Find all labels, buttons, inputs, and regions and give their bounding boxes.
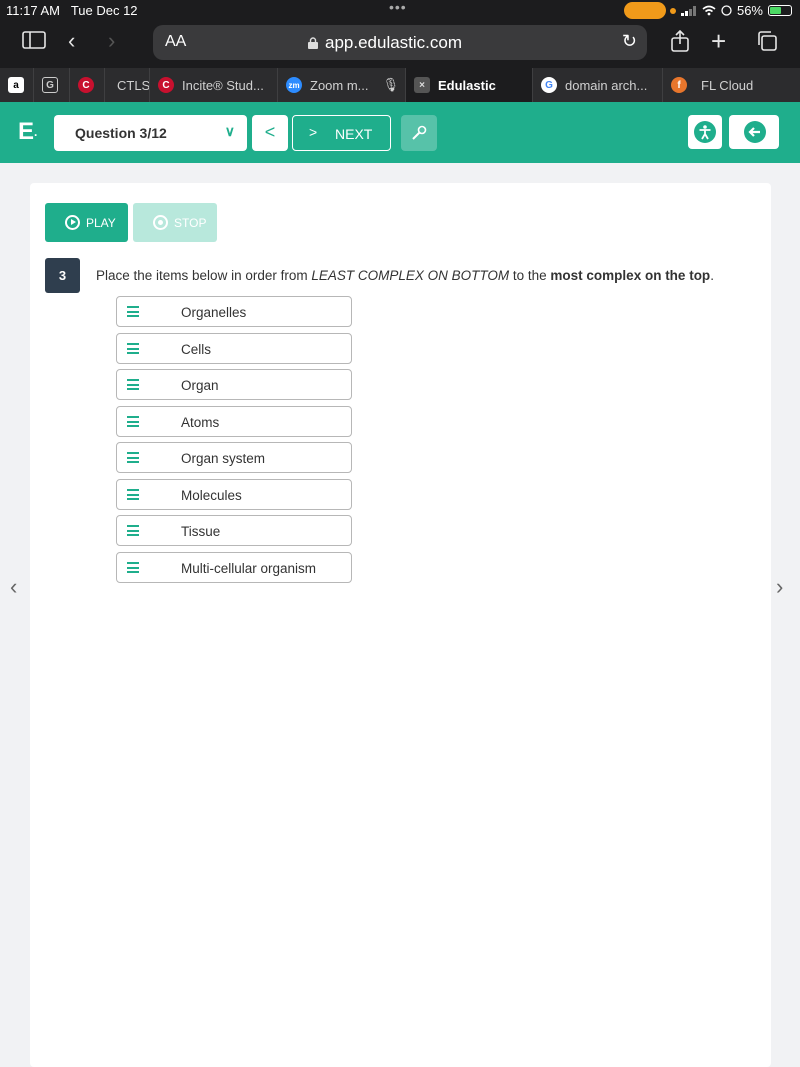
signal-icon	[680, 5, 696, 16]
wifi-icon	[702, 5, 716, 16]
sidebar-icon[interactable]	[22, 30, 46, 56]
drag-item[interactable]: Atoms	[116, 406, 352, 437]
drag-item[interactable]: Cells	[116, 333, 352, 364]
drag-handle-icon[interactable]	[127, 379, 139, 390]
drag-handle-icon[interactable]	[127, 343, 139, 354]
page-prev-arrow-icon[interactable]: ‹	[10, 574, 17, 600]
tab-amazon[interactable]: a	[0, 68, 34, 102]
question-number-badge: 3	[45, 258, 80, 293]
g-icon: G	[42, 77, 58, 93]
back-icon[interactable]: ‹	[68, 28, 75, 54]
stop-icon	[153, 215, 168, 230]
reload-icon[interactable]: ↻	[622, 31, 637, 52]
new-tab-icon[interactable]: +	[711, 26, 726, 57]
page-next-arrow-icon[interactable]: ›	[776, 574, 783, 600]
battery-percent: 56%	[736, 3, 763, 18]
drag-item[interactable]: Molecules	[116, 479, 352, 510]
tab-c[interactable]: C	[70, 68, 105, 102]
tab-zoom[interactable]: zm Zoom m... 🎙	[278, 68, 406, 102]
drag-item[interactable]: Organelles	[116, 296, 352, 327]
previous-question-button[interactable]: <	[252, 115, 288, 151]
forward-icon[interactable]: ›	[108, 28, 115, 54]
accessibility-button[interactable]	[688, 115, 722, 149]
mic-indicator-icon	[624, 2, 666, 19]
tab-edulastic[interactable]: × Edulastic	[406, 68, 533, 102]
question-stem: Place the items below in order from LEAS…	[96, 268, 714, 283]
battery-icon	[768, 5, 792, 16]
amazon-icon: a	[8, 77, 24, 93]
question-select-value: Question 3/12	[75, 125, 167, 141]
drag-handle-icon[interactable]	[127, 452, 139, 463]
share-icon[interactable]	[670, 29, 690, 58]
drag-handle-icon[interactable]	[127, 562, 139, 573]
stop-button[interactable]: STOP	[133, 203, 217, 242]
question-card: PLAY STOP 3 Place the items below in ord…	[30, 183, 771, 1067]
drag-item[interactable]: Multi-cellular organism	[116, 552, 352, 583]
zoom-icon: zm	[286, 77, 302, 93]
drag-item[interactable]: Tissue	[116, 515, 352, 546]
drag-item[interactable]: Organ	[116, 369, 352, 400]
reader-aa-button[interactable]: AA	[165, 33, 186, 51]
browser-toolbar: ‹ › AA app.edulastic.com ↻ +	[0, 22, 800, 68]
fl-icon: f	[671, 77, 687, 93]
drag-handle-icon[interactable]	[127, 525, 139, 536]
lock-rotation-icon	[721, 5, 732, 16]
accessibility-icon	[694, 121, 716, 143]
tab-ctls[interactable]: CTLS	[105, 68, 150, 102]
privacy-dot-icon	[669, 7, 676, 14]
lock-icon	[308, 37, 318, 49]
drag-handle-icon[interactable]	[127, 489, 139, 500]
microphone-icon: 🎙	[382, 77, 400, 92]
close-icon[interactable]: ×	[414, 77, 430, 93]
play-icon	[65, 215, 80, 230]
tab-fl-cloud[interactable]: f FL Cloud	[663, 68, 800, 102]
status-time: 11:17 AM Tue Dec 12	[6, 3, 138, 18]
tabs-overview-icon[interactable]	[756, 30, 778, 58]
exit-button[interactable]	[729, 115, 779, 149]
c-icon: C	[78, 77, 94, 93]
status-bar: 11:17 AM Tue Dec 12 ••• 56%	[0, 0, 800, 22]
address-bar[interactable]: AA app.edulastic.com ↻	[153, 25, 647, 60]
multitask-dots-icon[interactable]: •••	[389, 0, 407, 15]
play-button[interactable]: PLAY	[45, 203, 128, 242]
wrench-icon	[412, 125, 427, 140]
tab-google-classroom[interactable]: G	[34, 68, 70, 102]
exit-arrow-icon	[744, 121, 766, 143]
chevron-left-icon: <	[264, 122, 276, 142]
app-header: E· Question 3/12 ∨ < > NEXT	[0, 102, 800, 163]
edulastic-logo: E·	[18, 118, 39, 145]
tools-button[interactable]	[401, 115, 437, 151]
c-icon: C	[158, 77, 174, 93]
chevron-down-icon: ∨	[224, 123, 235, 139]
drag-handle-icon[interactable]	[127, 416, 139, 427]
drag-item[interactable]: Organ system	[116, 442, 352, 473]
tab-incite[interactable]: C Incite® Stud...	[150, 68, 278, 102]
status-right: 56%	[669, 3, 792, 18]
tab-bar: a G C CTLS C Incite® Stud... zm Zoom m... 🎙…	[0, 68, 800, 102]
question-select[interactable]: Question 3/12 ∨	[54, 115, 247, 151]
drag-handle-icon[interactable]	[127, 306, 139, 317]
google-icon: G	[541, 77, 557, 93]
tab-domain-arch[interactable]: Gdomain arch...	[533, 68, 663, 102]
url-text: app.edulastic.com	[325, 33, 463, 52]
next-question-button[interactable]: > NEXT	[292, 115, 391, 151]
chevron-right-icon: >	[309, 124, 318, 140]
